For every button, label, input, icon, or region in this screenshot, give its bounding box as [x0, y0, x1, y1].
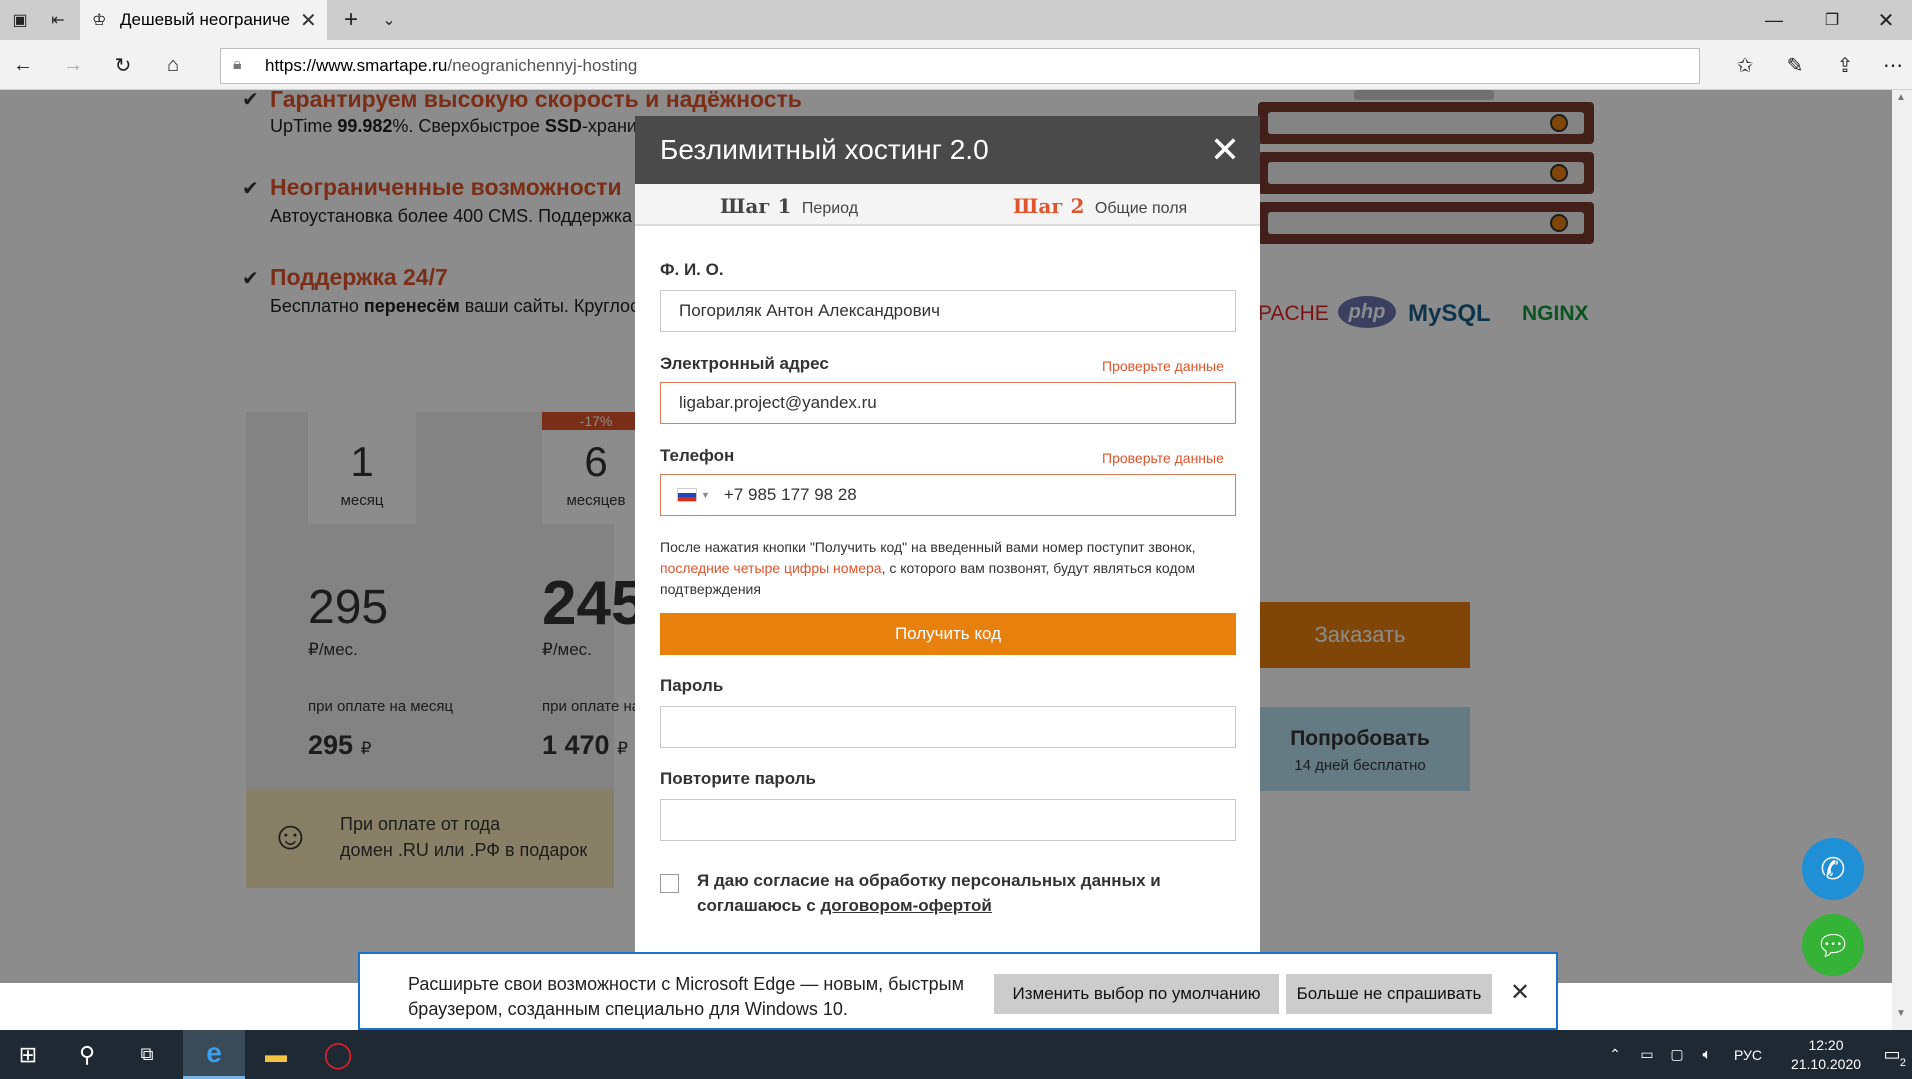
phone-field: ▼ +7 985 177 98 28 [660, 474, 1236, 516]
refresh-icon[interactable]: ↻ [108, 50, 138, 80]
opera-icon[interactable]: ◯ [307, 1030, 369, 1079]
tab-list-chevron-icon[interactable]: ⌄ [375, 6, 403, 34]
phone-icon: ✆ [1820, 852, 1846, 886]
banner-line1: Расширьте свои возможности с Microsoft E… [408, 974, 964, 994]
banner-close-icon[interactable]: ✕ [1510, 978, 1530, 1007]
modal-close-icon[interactable]: ✕ [1205, 130, 1245, 170]
tab-title: Дешевый неограничен [120, 10, 290, 29]
edge-taskbar-icon[interactable]: e [183, 1030, 245, 1079]
lock-icon: 🔒︎ [233, 56, 242, 73]
tab-active[interactable]: ♔ Дешевый неограничен ✕ [80, 0, 327, 40]
russia-flag-icon[interactable] [677, 488, 697, 502]
call-widget-button[interactable]: ✆ [1802, 838, 1864, 900]
set-aside-tabs-icon[interactable]: ⇤ [44, 8, 72, 32]
site-favicon-icon: ♔ [92, 12, 107, 29]
step-1[interactable]: Шаг 1 Период [720, 194, 858, 218]
steps-bar: Шаг 1 Период Шаг 2 Общие поля [635, 184, 1260, 226]
notification-count: 2 [1899, 1057, 1906, 1069]
action-center-icon[interactable]: ▭ 2 [1872, 1030, 1912, 1079]
url-text: https://www.smartape.ru/neogranichennyj-… [265, 56, 637, 76]
language-indicator[interactable]: РУС [1728, 1030, 1768, 1079]
edge-default-banner: Расширьте свои возможности с Microsoft E… [358, 952, 1558, 1030]
banner-line2: браузером, созданным специально для Wind… [408, 999, 848, 1019]
chat-widget-button[interactable]: 💬︎ [1802, 914, 1864, 976]
step-1-number: Шаг 1 [720, 194, 792, 218]
tab-bar: ▣ ⇤ ♔ Дешевый неограничен ✕ + ⌄ — ❐ ✕ [0, 0, 1912, 40]
modal-header: Безлимитный хостинг 2.0 ✕ [635, 116, 1260, 184]
modal-title: Безлимитный хостинг 2.0 [660, 134, 989, 165]
get-code-button[interactable]: Получить код [660, 613, 1236, 655]
phone-label: Телефон [660, 446, 735, 465]
password-repeat-input[interactable] [660, 799, 1236, 841]
forward-icon[interactable]: → [58, 50, 88, 80]
email-input[interactable]: ligabar.project@yandex.ru [660, 382, 1236, 424]
country-dropdown-icon[interactable]: ▼ [701, 490, 710, 500]
email-warning: Проверьте данные [1102, 358, 1224, 374]
step-2[interactable]: Шаг 2 Общие поля [1013, 194, 1187, 218]
phone-input[interactable]: +7 985 177 98 28 [724, 485, 857, 505]
more-menu-icon[interactable]: ⋯ [1878, 50, 1908, 80]
new-tab-icon[interactable]: + [337, 6, 365, 34]
chat-icon: 💬︎ [1815, 929, 1851, 961]
start-windows-icon[interactable]: ⊞ [0, 1030, 56, 1079]
minimize-icon[interactable]: — [1760, 8, 1788, 32]
url-domain: https://www.smartape.ru [265, 56, 448, 75]
url-path: /neogranichennyj-hosting [447, 56, 638, 75]
step-2-number: Шаг 2 [1013, 194, 1085, 218]
password-input[interactable] [660, 706, 1236, 748]
step-2-label: Общие поля [1094, 200, 1188, 217]
banner-text: Расширьте свои возможности с Microsoft E… [408, 972, 964, 1022]
clock-date: 21.10.2020 [1790, 1056, 1862, 1072]
offer-contract-link[interactable]: договором-офертой [820, 896, 991, 915]
order-modal: Безлимитный хостинг 2.0 ✕ Шаг 1 Период Ш… [635, 116, 1260, 986]
home-icon[interactable]: ⌂ [158, 50, 188, 80]
tray-chevron-icon[interactable]: ⌃ [1600, 1030, 1630, 1079]
tab-close-icon[interactable]: ✕ [300, 8, 317, 33]
phone-warning: Проверьте данные [1102, 450, 1224, 466]
hint-highlight: последние четыре цифры номера [660, 560, 882, 576]
network-icon[interactable]: ▢ [1662, 1030, 1692, 1079]
file-explorer-icon[interactable]: ▬ [245, 1030, 307, 1079]
clock-time: 12:20 [1808, 1037, 1844, 1053]
back-icon[interactable]: ← [8, 50, 38, 80]
restore-icon[interactable]: ❐ [1818, 8, 1846, 32]
fio-input[interactable]: Погориляк Антон Александрович [660, 290, 1236, 332]
windows-taskbar: ⊞ ⚲ ⧉ e ▬ ◯ ⌃ ▭ ▢ 🔈︎ РУС 12:20 21.10.202… [0, 1030, 1912, 1079]
consent-checkbox[interactable] [660, 874, 679, 893]
search-icon[interactable]: ⚲ [62, 1030, 112, 1079]
clock[interactable]: 12:20 21.10.2020 [1780, 1036, 1872, 1074]
code-hint: После нажатия кнопки "Получить код" на в… [660, 539, 1196, 597]
battery-icon[interactable]: ▭ [1632, 1030, 1662, 1079]
password-repeat-label: Повторите пароль [660, 769, 816, 788]
page-scrollbar[interactable]: ▲ ▼ [1892, 90, 1912, 1030]
task-view-icon[interactable]: ⧉ [122, 1030, 172, 1079]
favorites-hub-icon[interactable]: ✩ [1730, 50, 1760, 80]
email-label: Электронный адрес [660, 354, 829, 373]
fio-label: Ф. И. О. [660, 260, 724, 279]
change-default-button[interactable]: Изменить выбор по умолчанию [994, 974, 1279, 1014]
url-field[interactable]: 🔒︎ https://www.smartape.ru/neogranichenn… [220, 48, 1700, 84]
tab-preview-icon[interactable]: ▣ [6, 8, 34, 32]
volume-icon[interactable]: 🔈︎ [1692, 1030, 1722, 1079]
consent-text: Я даю согласие на обработку персональных… [697, 871, 1161, 915]
window-close-icon[interactable]: ✕ [1872, 8, 1900, 32]
share-icon[interactable]: ⇪ [1830, 50, 1860, 80]
dont-ask-button[interactable]: Больше не спрашивать [1286, 974, 1492, 1014]
web-notes-icon[interactable]: ✎ [1780, 50, 1810, 80]
step-1-label: Период [801, 200, 859, 217]
password-label: Пароль [660, 676, 724, 695]
